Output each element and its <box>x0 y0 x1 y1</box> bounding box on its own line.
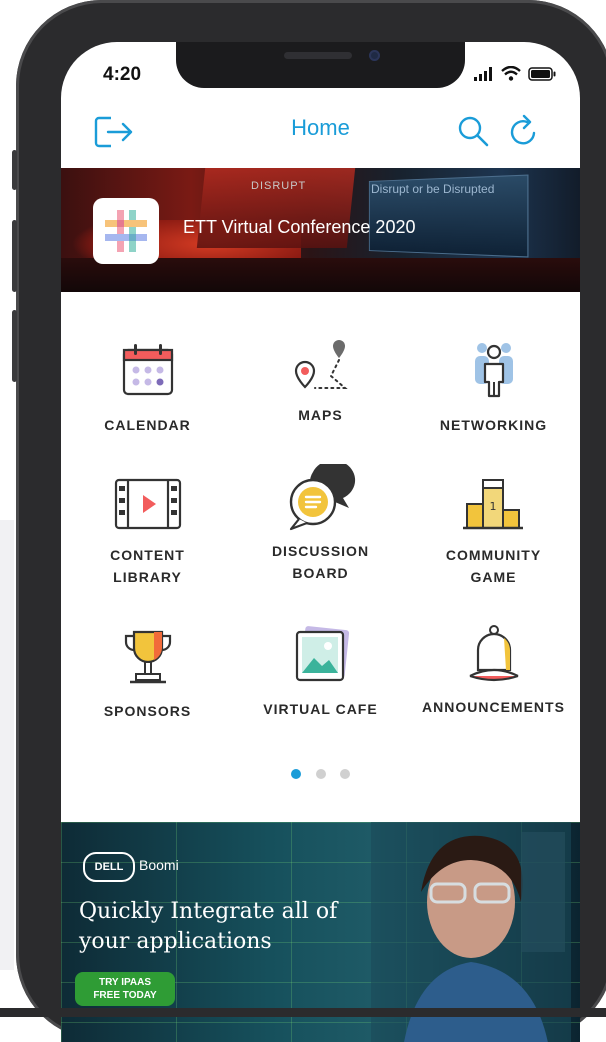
chat-bubble-icon <box>289 464 355 531</box>
search-icon[interactable] <box>456 112 492 152</box>
try-ipaas-button[interactable]: TRY IPAAS FREE TODAY <box>75 972 175 1006</box>
signal-icon <box>474 66 492 81</box>
status-time: 4:20 <box>103 64 142 85</box>
refresh-icon[interactable] <box>507 112 543 152</box>
page-indicator[interactable] <box>61 766 580 784</box>
menu-item-sponsors[interactable]: SPONSORS <box>61 626 234 722</box>
menu-item-announcements[interactable]: ANNOUNCEMENTS <box>407 624 580 718</box>
menu-label: COMMUNITY GAME <box>445 547 542 585</box>
navigation-bar: Home <box>61 102 580 168</box>
page-dot-3[interactable] <box>339 769 350 779</box>
menu-label: ANNOUNCEMENTS <box>422 699 565 715</box>
banner-bg-text-disrupt: DISRUPT <box>251 180 307 192</box>
background-panel <box>0 520 14 970</box>
mute-switch <box>12 150 17 190</box>
menu-label: CALENDAR <box>104 417 191 433</box>
menu-item-community-game[interactable]: 1 COMMUNITY GAME <box>407 478 580 588</box>
dell-logo: DELL <box>83 852 135 882</box>
notch <box>176 42 465 88</box>
app-logo <box>93 198 159 264</box>
video-film-icon <box>114 478 181 530</box>
menu-label: CONTENT LIBRARY <box>110 547 185 585</box>
bottom-edge <box>0 1008 606 1017</box>
ad-headline-line-2: your applications <box>79 929 272 954</box>
people-icon <box>474 343 513 398</box>
podium-icon: 1 <box>462 479 523 530</box>
event-banner[interactable]: DISRUPT Disrupt or be Disrupted ETT Virt… <box>61 168 580 292</box>
menu-item-discussion-board[interactable]: DISCUSSION BOARD <box>234 464 407 584</box>
picture-icon <box>295 626 349 682</box>
menu-item-maps[interactable]: MAPS <box>234 336 407 426</box>
calendar-icon <box>122 344 173 396</box>
page-title: Home <box>291 115 350 140</box>
status-icons <box>474 66 556 81</box>
menu-item-calendar[interactable]: CALENDAR <box>61 340 234 436</box>
front-camera <box>369 50 380 61</box>
menu-item-networking[interactable]: NETWORKING <box>407 340 580 436</box>
menu-item-virtual-cafe[interactable]: VIRTUAL CAFE <box>234 622 407 720</box>
event-title: ETT Virtual Conference 2020 <box>183 217 416 237</box>
volume-down-button <box>12 310 17 382</box>
menu-label: DISCUSSION BOARD <box>271 543 370 581</box>
banner-bg-text: Disrupt or be Disrupted <box>371 182 495 196</box>
menu-label: VIRTUAL CAFE <box>263 701 378 717</box>
volume-up-button <box>12 220 17 292</box>
cta-line-2: FREE TODAY <box>93 990 157 1001</box>
ad-headline: Quickly Integrate all of your applicatio… <box>79 897 337 957</box>
page-dot-1[interactable] <box>291 769 302 779</box>
wifi-icon <box>501 66 521 81</box>
ad-headline-line-1: Quickly Integrate all of <box>79 899 338 924</box>
boomi-logo: Boomi <box>139 857 179 873</box>
bell-icon <box>469 625 518 682</box>
menu-label: SPONSORS <box>103 703 192 719</box>
menu-item-content-library[interactable]: CONTENT LIBRARY <box>61 474 234 588</box>
battery-icon <box>528 66 556 81</box>
app-logo-mark <box>105 210 147 252</box>
map-pin-icon <box>294 340 348 389</box>
svg-text:1: 1 <box>489 500 496 513</box>
menu-label: NETWORKING <box>439 417 548 433</box>
app-screen: 4:20 Home DISRUPT Disrupt or be Disrupte… <box>61 42 580 1042</box>
cta-line-1: TRY IPAAS <box>98 977 152 988</box>
page-dot-2[interactable] <box>315 769 326 779</box>
menu-label: MAPS <box>298 407 343 423</box>
speaker <box>284 52 352 59</box>
trophy-icon <box>124 630 171 684</box>
